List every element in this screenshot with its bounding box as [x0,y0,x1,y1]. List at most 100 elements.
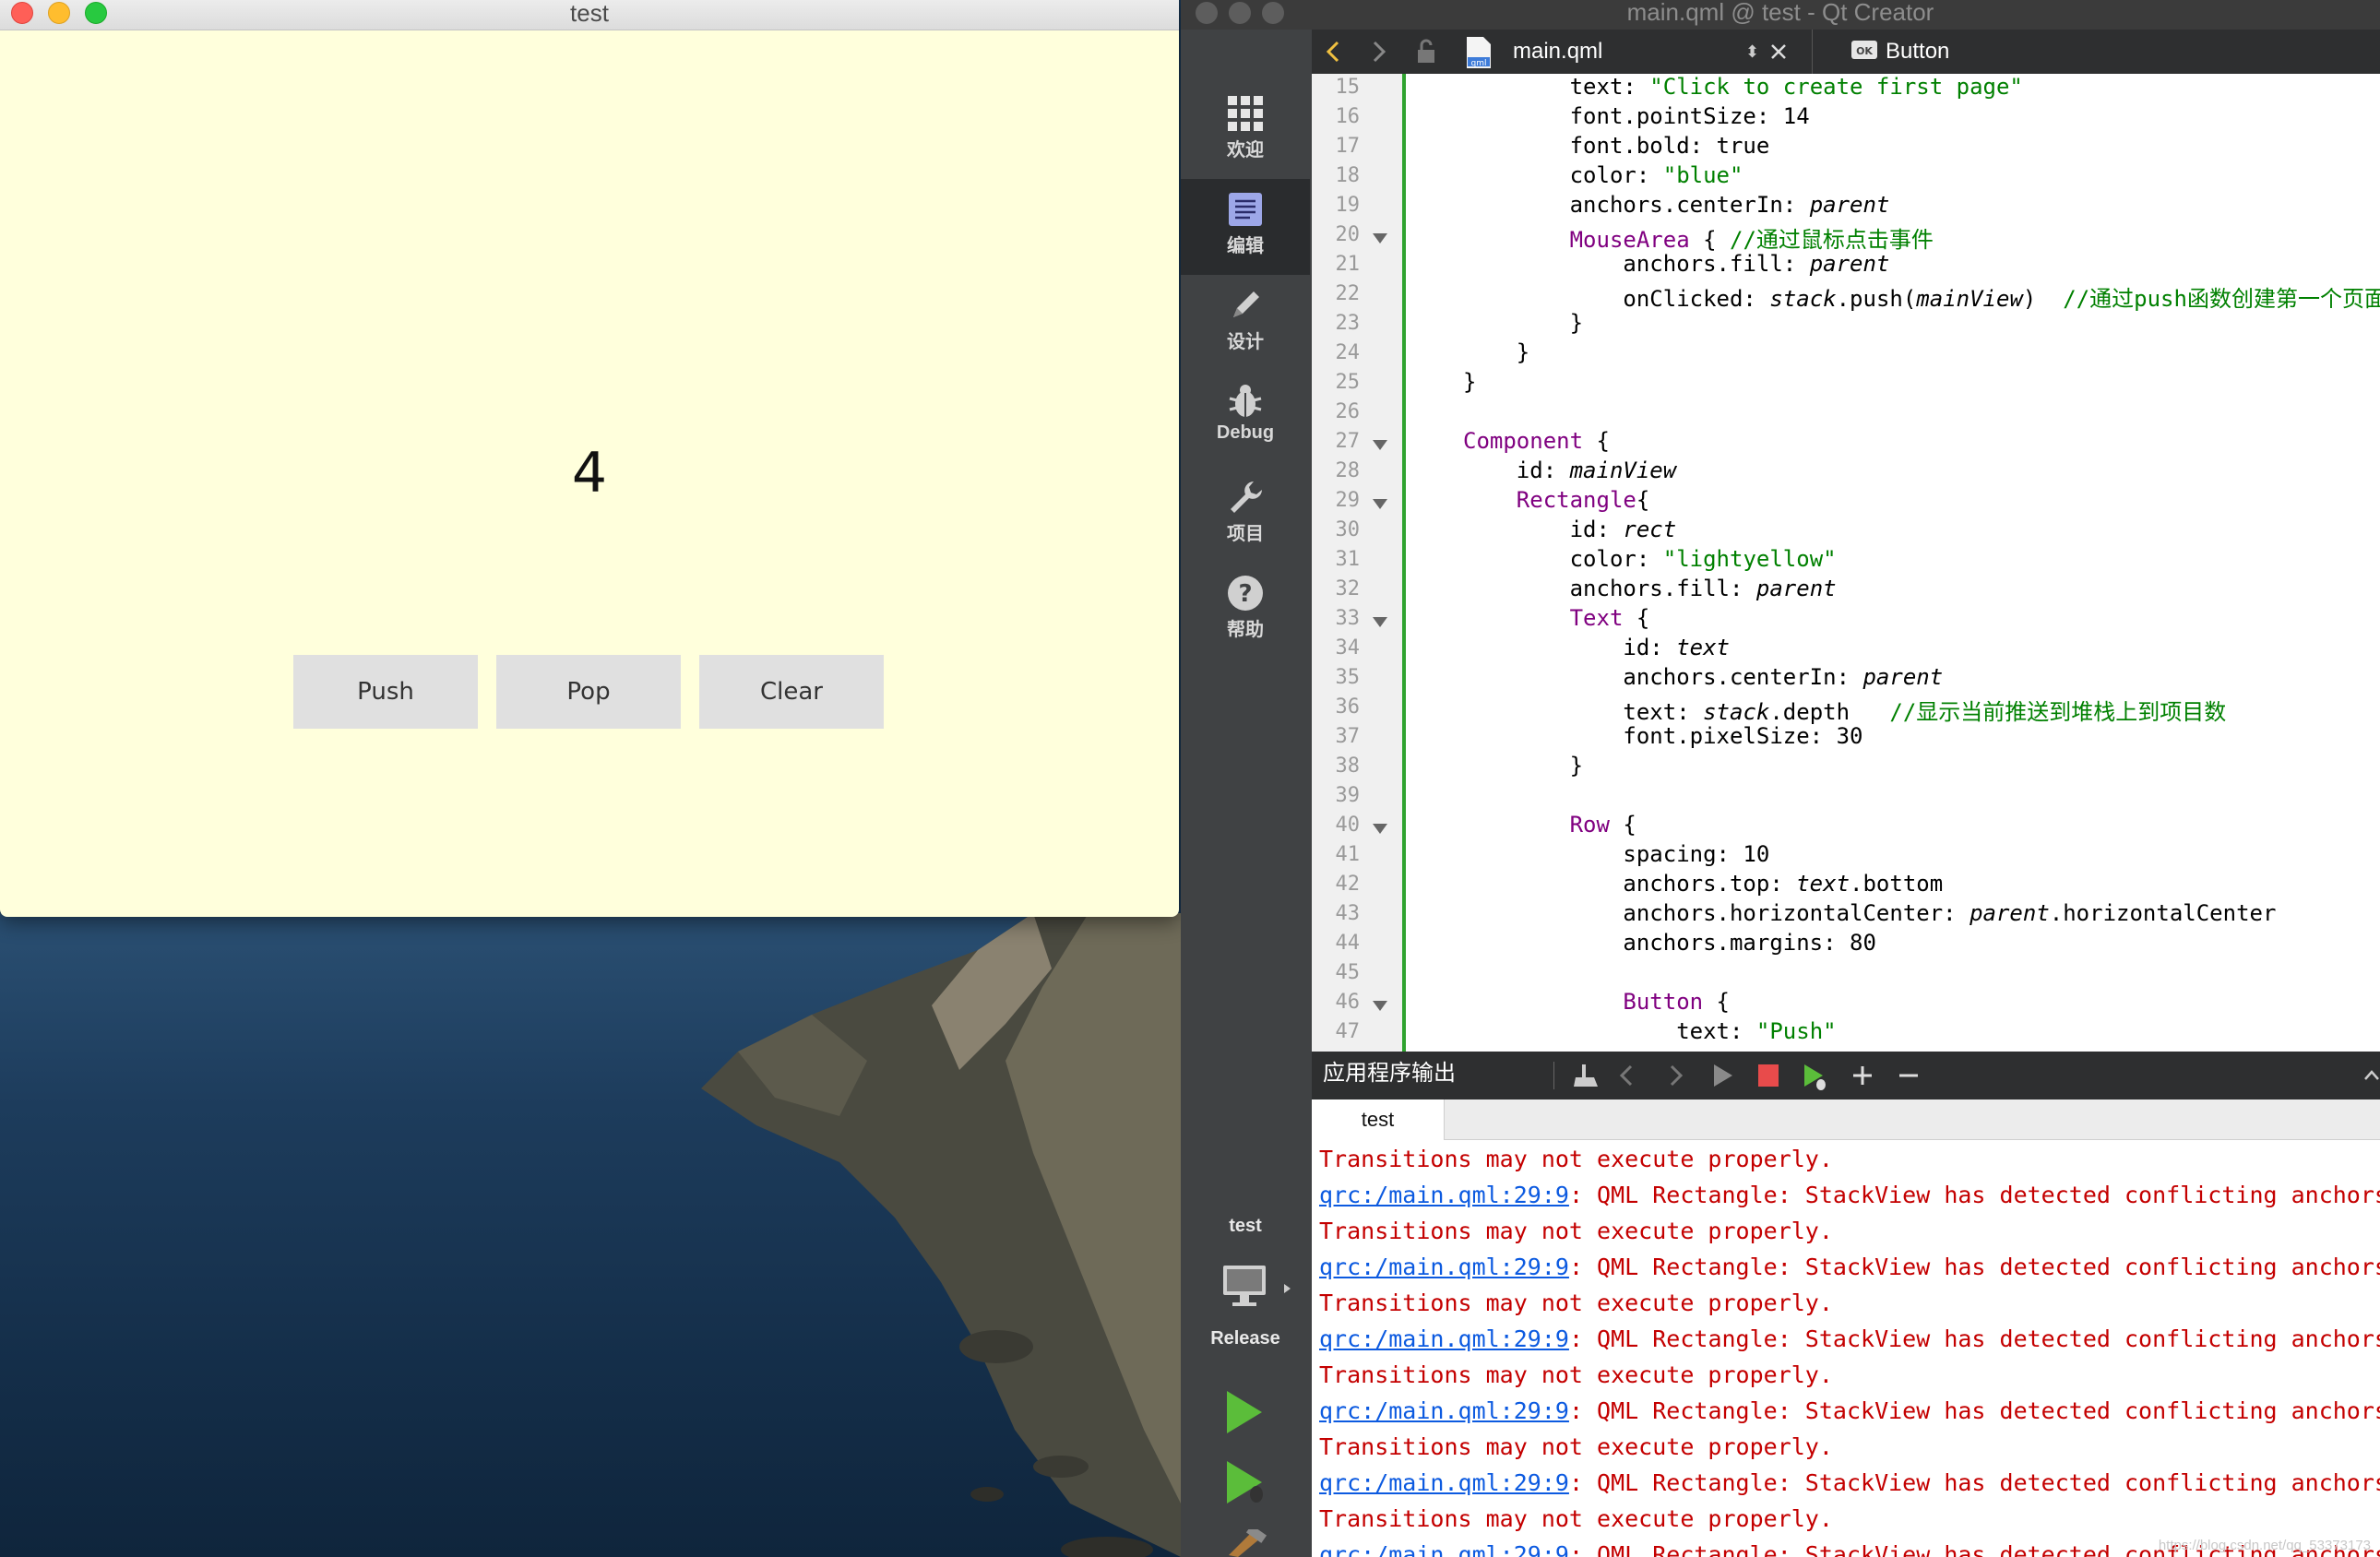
build-button[interactable] [1223,1525,1269,1557]
line-number: 40 [1335,814,1361,837]
output-line: Transitions may not execute properly. [1319,1290,1833,1316]
chevron-right-icon [1670,1064,1684,1087]
stop-button[interactable] [1756,1052,1780,1096]
output-line: qrc:/main.qml:29:9: QML Rectangle: Stack… [1319,1397,2380,1424]
code-line: } [1463,369,1477,395]
nav-back-button[interactable] [1325,30,1343,74]
fold-arrow-icon[interactable] [1373,824,1387,834]
minus-icon [1899,1074,1918,1077]
output-line: Transitions may not execute properly. [1319,1146,1833,1172]
line-number: 17 [1335,135,1361,158]
output-line: qrc:/main.qml:29:9: QML Rectangle: Stack… [1319,1182,2380,1208]
chevron-right-icon [1373,41,1386,63]
output-prev-button[interactable] [1618,1052,1636,1096]
output-line: Transitions may not execute properly. [1319,1218,1833,1244]
collapse-pane-button[interactable] [2363,1052,2380,1096]
mode-help-label: 帮助 [1227,620,1264,640]
output-next-button[interactable] [1666,1052,1684,1096]
code-line: color: "blue" [1463,162,1743,188]
fold-arrow-icon[interactable] [1373,499,1387,509]
symbol-badge-text: OK [1856,45,1873,57]
output-source-link[interactable]: qrc:/main.qml:29:9 [1319,1541,1569,1557]
code-line: color: "lightyellow" [1463,546,1837,572]
plus-icon [1853,1066,1872,1085]
open-file-name[interactable]: main.qml [1513,30,1602,74]
line-number: 31 [1335,548,1361,571]
qt-titlebar: main.qml @ test - Qt Creator [1181,0,2380,30]
grid-icon [1228,96,1263,131]
wrench-icon [1231,481,1262,513]
line-number: 24 [1335,341,1361,364]
push-button[interactable]: Push [293,655,478,729]
pencil-icon [1233,291,1259,317]
code-line: Component { [1463,428,1610,454]
wallpaper-cliff [701,913,1181,1557]
clear-button[interactable]: Clear [699,655,884,729]
attach-debugger-button[interactable] [1801,1052,1828,1096]
help-icon: ? [1228,576,1263,611]
code-line: anchors.centerIn: parent [1463,192,1890,218]
line-number: 18 [1335,164,1361,187]
line-number: 35 [1335,666,1361,689]
pop-button[interactable]: Pop [496,655,681,729]
zoom-out-button[interactable] [1897,1052,1921,1096]
mode-welcome-label: 欢迎 [1227,140,1264,160]
kit-project-name: test [1229,1216,1262,1236]
fold-arrow-icon[interactable] [1373,440,1387,450]
output-source-link[interactable]: qrc:/main.qml:29:9 [1319,1397,1569,1424]
close-document-button[interactable] [1767,30,1790,74]
mode-debug[interactable]: Debug [1181,371,1310,467]
output-tab-test[interactable]: test [1312,1099,1445,1140]
mode-edit[interactable]: 编辑 [1181,179,1310,275]
current-symbol[interactable]: Button [1886,30,1949,74]
app-window-title: test [570,0,609,27]
qml-file-icon-text: qml [1471,59,1487,68]
code-line: anchors.fill: parent [1463,251,1890,277]
debug-attach-icon [1804,1064,1826,1090]
code-line: anchors.centerIn: parent [1463,664,1944,690]
line-number: 15 [1335,76,1361,99]
debug-run-button[interactable] [1223,1459,1269,1510]
mode-welcome[interactable]: 欢迎 [1181,83,1310,179]
clear-output-button[interactable] [1572,1052,1600,1096]
output-source-link[interactable]: qrc:/main.qml:29:9 [1319,1469,1569,1496]
mode-projects[interactable]: 项目 [1181,467,1310,563]
mode-help[interactable]: ? 帮助 [1181,563,1310,659]
line-number: 20 [1335,223,1361,246]
line-number: 33 [1335,607,1361,630]
chevron-left-icon [1619,1064,1633,1087]
file-dropdown-arrows-icon[interactable]: ⬍ [1745,30,1759,74]
nav-forward-button[interactable] [1369,30,1387,74]
code-editor[interactable]: 15 16 17 18 19 20 21 22 23 24 25 26 27 28 29 30 31 32 33 34… [1312,74,2380,1052]
line-number: 46 [1335,991,1361,1014]
mode-design[interactable]: 设计 [1181,275,1310,371]
rerun-button[interactable] [1710,1052,1734,1096]
fold-arrow-icon[interactable] [1373,1001,1387,1011]
code-line: font.bold: true [1463,133,1770,159]
line-number: 38 [1335,755,1361,778]
close-icon [1771,44,1786,59]
output-line: qrc:/main.qml:29:9: QML Rectangle: Stack… [1319,1325,2380,1352]
toolbar-separator [1812,30,1813,74]
run-button[interactable] [1223,1389,1266,1440]
code-line: } [1463,753,1584,778]
code-line: Text { [1569,605,1650,631]
output-pane-header: 应用程序输出 [1312,1052,2380,1099]
run-icon [1227,1391,1262,1433]
output-toolbar-separator [1553,1062,1554,1089]
output-source-link[interactable]: qrc:/main.qml:29:9 [1319,1325,1569,1352]
watermark-text: https://blog.csdn.net/qq_53373173 [2158,1538,2371,1553]
debug-run-icon [1227,1461,1263,1504]
file-lock-button[interactable] [1415,30,1437,74]
output-source-link[interactable]: qrc:/main.qml:29:9 [1319,1182,1569,1208]
line-number: 22 [1335,282,1361,305]
zoom-in-button[interactable] [1850,1052,1874,1096]
code-line: id: rect [1463,517,1677,542]
output-source-link[interactable]: qrc:/main.qml:29:9 [1319,1254,1569,1280]
application-output[interactable]: Transitions may not execute properly. qrc… [1312,1140,2380,1557]
kit-selector[interactable] [1221,1262,1269,1310]
code-line: anchors.fill: parent [1463,576,1837,601]
fold-arrow-icon[interactable] [1373,617,1387,627]
fold-arrow-icon[interactable] [1373,233,1387,244]
qml-file-icon: qml [1465,30,1493,74]
